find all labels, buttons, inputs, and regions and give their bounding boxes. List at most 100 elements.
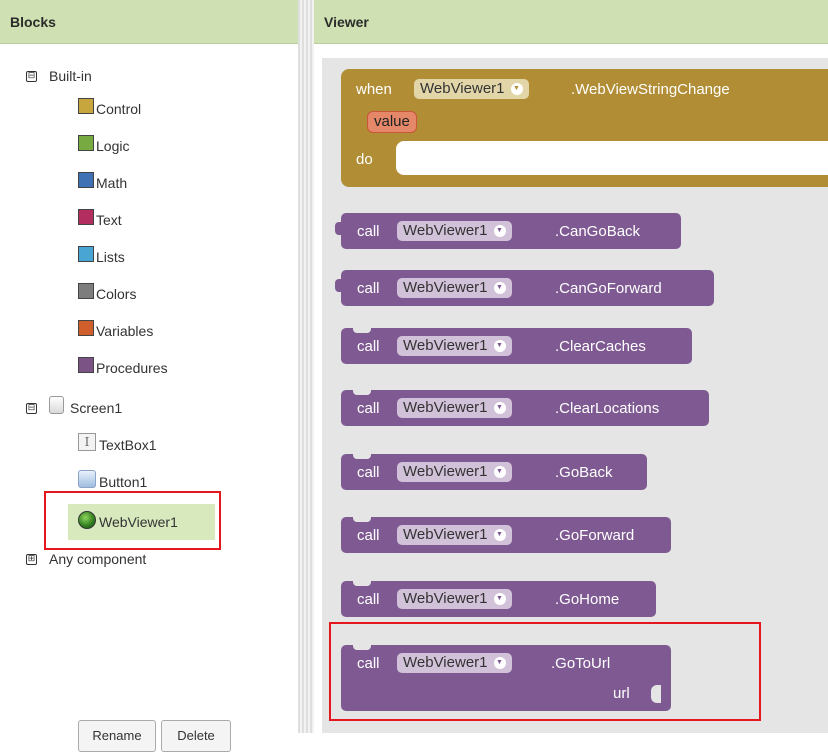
- blocks-panel-header: Blocks: [0, 0, 298, 44]
- procedures-color-icon: [78, 357, 94, 373]
- method-name: .ClearCaches: [555, 338, 646, 355]
- component-name: WebViewer1: [403, 526, 488, 543]
- method-name: .GoBack: [555, 464, 613, 481]
- component-dropdown[interactable]: WebViewer1 ▼: [397, 336, 512, 356]
- tree-item-label: TextBox1: [99, 437, 157, 453]
- call-keyword: call: [357, 464, 380, 481]
- tree-item-text[interactable]: Text: [78, 209, 122, 228]
- do-statement-slot[interactable]: [396, 141, 828, 175]
- rename-button[interactable]: Rename: [78, 720, 156, 752]
- method-name: .GoForward: [555, 527, 635, 544]
- variables-color-icon: [78, 320, 94, 336]
- tree-item-label: Math: [96, 175, 128, 191]
- delete-button[interactable]: Delete: [161, 720, 231, 752]
- tree-node-builtin[interactable]: ⊟ Built-in: [26, 68, 92, 84]
- component-name: WebViewer1: [403, 337, 488, 354]
- gotourl-highlight-box: [329, 622, 761, 721]
- tree-item-label: Variables: [96, 323, 154, 339]
- webviewer1-highlight-box: [44, 491, 221, 550]
- tree-item-button1[interactable]: Button1: [78, 470, 148, 491]
- statement-notch: [353, 517, 371, 522]
- tree-item-lists[interactable]: Lists: [78, 246, 125, 265]
- component-dropdown[interactable]: WebViewer1 ▼: [414, 79, 529, 99]
- output-plug: [335, 222, 342, 235]
- call-keyword: call: [357, 591, 380, 608]
- tree-node-screen1[interactable]: ⊟ Screen1: [26, 396, 123, 417]
- statement-notch: [353, 390, 371, 395]
- tree-item-procedures[interactable]: Procedures: [78, 357, 168, 376]
- component-name: WebViewer1: [403, 590, 488, 607]
- tree-item-label: Control: [96, 101, 142, 117]
- component-dropdown[interactable]: WebViewer1 ▼: [397, 462, 512, 482]
- tree-item-textbox1[interactable]: I TextBox1: [78, 433, 157, 454]
- component-dropdown[interactable]: WebViewer1 ▼: [397, 398, 512, 418]
- when-keyword: when: [356, 81, 392, 98]
- component-name: WebViewer1: [403, 279, 488, 296]
- delete-button-label: Delete: [177, 728, 215, 743]
- method-block-clearcaches[interactable]: call WebViewer1 ▼ .ClearCaches: [341, 328, 692, 364]
- text-color-icon: [78, 209, 94, 225]
- call-keyword: call: [357, 400, 380, 417]
- tree-item-math[interactable]: Math: [78, 172, 128, 191]
- component-dropdown[interactable]: WebViewer1 ▼: [397, 589, 512, 609]
- tree-node-label: Screen1: [70, 400, 123, 416]
- output-plug: [335, 279, 342, 292]
- screen-icon: [49, 396, 64, 414]
- component-dropdown[interactable]: WebViewer1 ▼: [397, 525, 512, 545]
- tree-item-control[interactable]: Control: [78, 98, 142, 117]
- tree-item-colors[interactable]: Colors: [78, 283, 136, 302]
- colors-color-icon: [78, 283, 94, 299]
- button-icon: [78, 470, 96, 488]
- viewer-panel-header: Viewer: [314, 0, 828, 44]
- panel-splitter[interactable]: [298, 0, 314, 733]
- method-block-gohome[interactable]: call WebViewer1 ▼ .GoHome: [341, 581, 656, 617]
- component-dropdown[interactable]: WebViewer1 ▼: [397, 278, 512, 298]
- dropdown-arrow-icon: ▼: [493, 402, 506, 414]
- tree-item-variables[interactable]: Variables: [78, 320, 154, 339]
- blocks-tree: ⊟ Built-in Control Logic Math Text Lists…: [0, 44, 298, 733]
- dropdown-arrow-icon: ▼: [510, 83, 523, 95]
- call-keyword: call: [357, 223, 380, 240]
- collapse-icon[interactable]: ⊟: [26, 402, 37, 414]
- viewer-panel-title: Viewer: [324, 14, 369, 30]
- math-color-icon: [78, 172, 94, 188]
- component-name: WebViewer1: [403, 463, 488, 480]
- call-keyword: call: [357, 280, 380, 297]
- dropdown-arrow-icon: ▼: [493, 466, 506, 478]
- blocks-panel-title: Blocks: [10, 14, 56, 30]
- method-block-clearlocations[interactable]: call WebViewer1 ▼ .ClearLocations: [341, 390, 709, 426]
- dropdown-arrow-icon: ▼: [493, 593, 506, 605]
- method-block-cangoforward[interactable]: call WebViewer1 ▼ .CanGoForward: [335, 270, 714, 306]
- expand-icon[interactable]: ⊞: [26, 553, 37, 565]
- component-name: WebViewer1: [403, 399, 488, 416]
- component-dropdown[interactable]: WebViewer1 ▼: [397, 221, 512, 241]
- event-block-webviewstringchange[interactable]: when WebViewer1 ▼ .WebViewStringChange v…: [341, 69, 828, 187]
- collapse-icon[interactable]: ⊟: [26, 70, 37, 82]
- do-keyword: do: [356, 151, 373, 168]
- tree-item-label: Text: [96, 212, 122, 228]
- method-block-goforward[interactable]: call WebViewer1 ▼ .GoForward: [341, 517, 671, 553]
- statement-notch: [353, 581, 371, 586]
- dropdown-arrow-icon: ▼: [493, 340, 506, 352]
- method-name: .CanGoBack: [555, 223, 641, 240]
- statement-notch: [353, 328, 371, 333]
- method-block-goback[interactable]: call WebViewer1 ▼ .GoBack: [341, 454, 647, 490]
- method-name: .ClearLocations: [555, 400, 660, 417]
- call-keyword: call: [357, 527, 380, 544]
- method-block-cangoback[interactable]: call WebViewer1 ▼ .CanGoBack: [335, 213, 681, 249]
- dropdown-arrow-icon: ▼: [493, 282, 506, 294]
- tree-node-any-component[interactable]: ⊞ Any component: [26, 551, 146, 567]
- value-param[interactable]: value: [367, 111, 417, 133]
- tree-item-label: Logic: [96, 138, 130, 154]
- param-label: value: [374, 113, 410, 130]
- tree-node-label: Any component: [49, 551, 147, 567]
- rename-button-label: Rename: [92, 728, 142, 743]
- statement-notch: [353, 454, 371, 459]
- control-color-icon: [78, 98, 94, 114]
- component-name: WebViewer1: [420, 80, 505, 97]
- logic-color-icon: [78, 135, 94, 151]
- tree-item-logic[interactable]: Logic: [78, 135, 130, 154]
- method-name: .GoHome: [555, 591, 620, 608]
- tree-item-label: Button1: [99, 474, 148, 490]
- tree-item-label: Procedures: [96, 360, 168, 376]
